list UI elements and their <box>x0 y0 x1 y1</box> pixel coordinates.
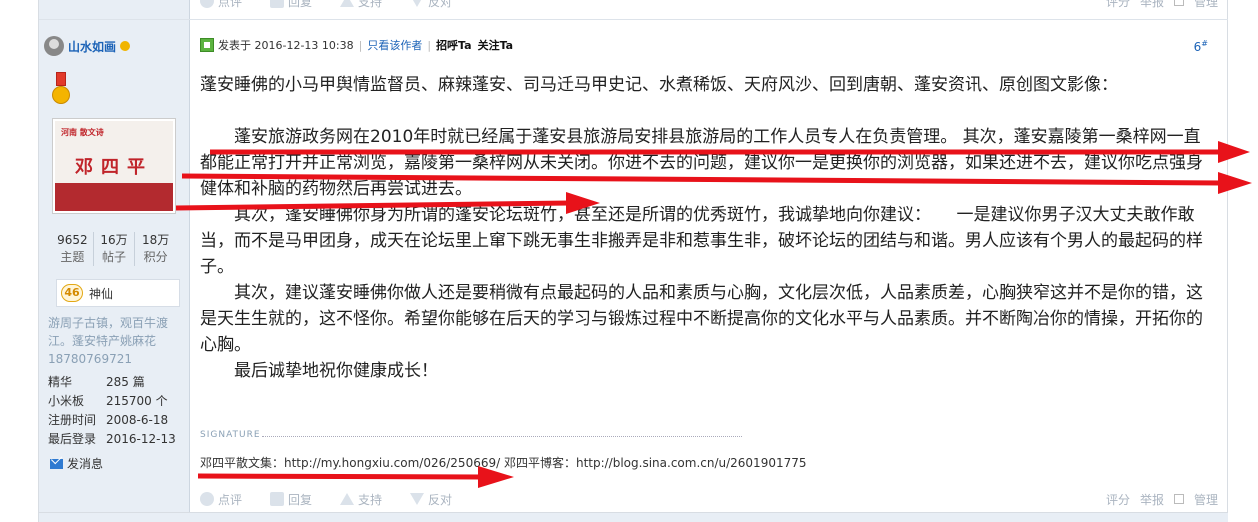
signature-text[interactable]: 邓四平散文集：http://my.hongxiu.com/026/250669/… <box>200 454 807 471</box>
comment-icon <box>200 0 214 8</box>
user-profile: 精华 285 篇 小米板 215700 个 注册时间 2008-6-18 最后登录 20… <box>48 373 183 449</box>
greet-link[interactable]: 招呼Ta <box>436 37 472 53</box>
thumb-up-icon <box>340 493 355 505</box>
username-link[interactable]: 山水如画 <box>68 38 116 55</box>
user-rank: 46 神仙 <box>56 279 180 307</box>
manage-link[interactable]: 管理 <box>1194 0 1218 10</box>
rank-name: 神仙 <box>89 286 114 301</box>
user-status-icon <box>44 36 64 56</box>
medal-icon <box>52 72 70 108</box>
manage-link[interactable]: 管理 <box>1194 491 1218 508</box>
reply-icon <box>270 0 285 8</box>
level-badge: 46 <box>61 284 83 302</box>
previous-post-action-bar: 点评 回复 支持 反对 <box>200 0 452 11</box>
post-paragraph: 其次，蓬安睡佛你身为所谓的蓬安论坛斑竹，甚至还是所谓的优秀斑竹，我诚挚地向你建议… <box>200 205 1203 277</box>
stat-posts[interactable]: 16万 帖子 <box>94 232 136 266</box>
send-message-link[interactable]: 发消息 <box>50 455 103 472</box>
profile-row: 小米板 215700 个 <box>48 394 168 408</box>
previous-post-right-actions: 评分 举报 管理 <box>1106 0 1218 11</box>
comment-button[interactable]: 点评 <box>200 0 242 10</box>
post-date: 发表于 2016-12-13 10:38 <box>218 39 354 52</box>
comment-icon <box>200 492 214 506</box>
thumb-down-icon <box>410 0 425 7</box>
support-button[interactable]: 支持 <box>340 491 382 508</box>
profile-row: 最后登录 2016-12-13 <box>48 432 176 446</box>
reply-button[interactable]: 回复 <box>270 0 312 10</box>
post-right-actions: 评分 举报 管理 <box>1106 489 1218 509</box>
online-status-icon <box>200 38 214 52</box>
avatar-title-text: 邓四平 <box>75 157 153 178</box>
thumb-up-icon <box>340 0 355 7</box>
post-paragraph: 其次，建议蓬安睡佛你做人还是要稍微有点最起码的人品和素质与心胸，文化层次低，人品… <box>200 283 1203 355</box>
rate-link[interactable]: 评分 <box>1106 0 1130 10</box>
username-row: 山水如画 <box>44 36 131 56</box>
user-bio: 游周子古镇，观百牛渡江。蓬安特产姚麻花18780769721 <box>48 316 169 366</box>
only-author-link[interactable]: 只看该作者 <box>367 37 422 53</box>
verified-badge-icon <box>120 41 131 51</box>
thumb-down-icon <box>410 493 425 505</box>
post-bottom-strip <box>39 512 1228 522</box>
avatar-logo-text: 河南 散文诗 <box>61 128 104 137</box>
post-paragraph: 蓬安旅游政务网在2010年时就已经属于蓬安县旅游局安排县旅游局的工作人员专人在负… <box>200 127 1203 199</box>
profile-row: 精华 285 篇 <box>48 375 145 389</box>
signature-divider <box>262 436 742 437</box>
post-paragraph: 最后诚挚地祝你健康成长！ <box>200 361 438 381</box>
report-link[interactable]: 举报 <box>1140 491 1164 508</box>
post-content: 蓬安睡佛的小马甲舆情监督员、麻辣蓬安、司马迁马甲史记、水煮稀饭、天府风沙、回到唐… <box>200 72 1212 384</box>
post-header: 发表于 2016-12-13 10:38 | 只看该作者 | 招呼Ta 关注Ta… <box>200 36 1220 54</box>
report-link[interactable]: 举报 <box>1140 0 1164 10</box>
stat-threads[interactable]: 9652 主题 <box>52 232 94 266</box>
follow-link[interactable]: 关注Ta <box>478 37 514 53</box>
rate-link[interactable]: 评分 <box>1106 491 1130 508</box>
profile-row: 注册时间 2008-6-18 <box>48 413 169 427</box>
oppose-button[interactable]: 反对 <box>410 491 452 508</box>
mail-icon <box>50 458 63 469</box>
comment-button[interactable]: 点评 <box>200 491 242 508</box>
support-button[interactable]: 支持 <box>340 0 382 10</box>
reply-icon <box>270 492 285 506</box>
post-paragraph: 蓬安睡佛的小马甲舆情监督员、麻辣蓬安、司马迁马甲史记、水煮稀饭、天府风沙、回到唐… <box>200 75 1118 95</box>
user-avatar[interactable]: 河南 散文诗 邓四平 <box>52 118 176 214</box>
oppose-button[interactable]: 反对 <box>410 0 452 10</box>
floor-number[interactable]: 6# <box>1194 39 1208 54</box>
signature-label: SIGNATURE <box>200 430 261 440</box>
select-checkbox[interactable] <box>1173 494 1184 504</box>
avatar-band <box>55 183 173 211</box>
user-stats: 9652 主题 16万 帖子 18万 积分 <box>52 232 176 266</box>
stat-points[interactable]: 18万 积分 <box>135 232 176 266</box>
reply-button[interactable]: 回复 <box>270 491 312 508</box>
post-action-bar: 点评 回复 支持 反对 <box>200 489 452 509</box>
select-checkbox[interactable] <box>1173 0 1184 6</box>
